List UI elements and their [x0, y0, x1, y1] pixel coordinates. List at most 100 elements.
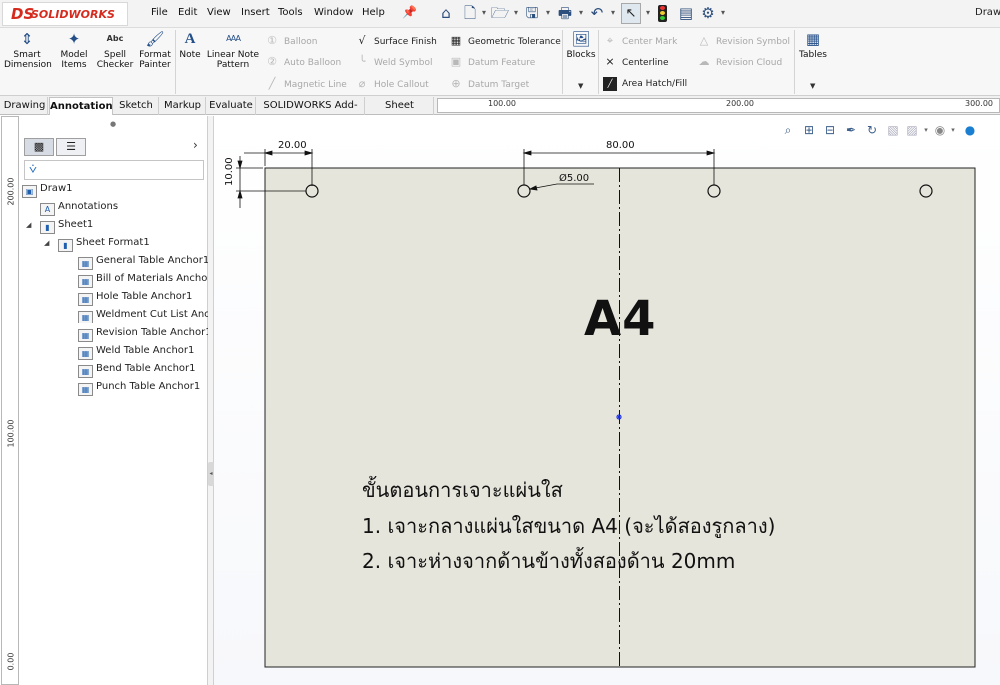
select-dropdown-icon[interactable]: ▾ — [644, 3, 652, 23]
tab-drawing[interactable]: Drawing — [2, 97, 48, 115]
tree-item-sheet1[interactable]: ◢ ▮ Sheet1 — [26, 217, 93, 234]
revision-anchor-icon: ▦ — [78, 329, 93, 342]
weldment-anchor-icon: ▦ — [78, 311, 93, 323]
tab-sketch[interactable]: Sketch — [114, 97, 159, 115]
center-mark-button[interactable]: ⌖ Center Mark — [603, 34, 677, 49]
file-properties-icon[interactable]: ▤ — [676, 3, 696, 23]
format-painter-button[interactable]: 🖌 Format Painter — [136, 30, 174, 70]
model-items-button[interactable]: ✦ Model Items — [56, 30, 92, 70]
filter-field[interactable]: ⩒ — [24, 160, 204, 180]
linear-note-pattern-button[interactable]: AAA Linear Note Pattern — [206, 30, 260, 70]
tab-annotation[interactable]: Annotation — [49, 97, 113, 115]
tree-item-bend-anchor[interactable]: ▦ Bend Table Anchor1 — [78, 361, 196, 378]
area-hatch-fill-button[interactable]: ╱ Area Hatch/Fill — [603, 77, 687, 91]
geometric-tolerance-button[interactable]: ▦ Geometric Tolerance — [449, 34, 561, 49]
print-icon[interactable]: 🖶 — [555, 3, 575, 23]
revision-cloud-button[interactable]: ☁ Revision Cloud — [697, 55, 783, 70]
magnetic-line-button[interactable]: ╱ Magnetic Line — [265, 77, 347, 92]
revision-symbol-button[interactable]: △ Revision Symbol — [697, 34, 790, 49]
note-step-1[interactable]: 1. เจาะกลางแผ่นใสขนาด A4 (จะได้สองรูกลาง… — [362, 510, 775, 542]
blocks-dropdown-icon[interactable]: ▼ — [578, 82, 583, 90]
tree-item-sheet-format1[interactable]: ◢ ▮ Sheet Format1 — [44, 235, 150, 252]
options-dropdown-icon[interactable]: ▾ — [719, 3, 727, 23]
tree-label: Hole Table Anchor1 — [96, 291, 193, 302]
menu-tools[interactable]: Tools — [278, 7, 303, 18]
menu-view[interactable]: View — [207, 7, 231, 18]
tab-markup[interactable]: Markup — [160, 97, 206, 115]
tree-item-weldment-anchor[interactable]: ▦Weldment Cut List Anchor1 — [78, 307, 208, 323]
tree-item-punch-anchor[interactable]: ▦ Punch Table Anchor1 — [78, 379, 200, 396]
select-icon[interactable]: ↖ — [621, 3, 641, 24]
pin-icon[interactable]: 📌 — [402, 5, 417, 19]
save-dropdown-icon[interactable]: ▾ — [544, 3, 552, 23]
weld-symbol-button[interactable]: ╰ Weld Symbol — [355, 55, 433, 70]
feature-manager-tab-icon[interactable]: ▩ — [24, 138, 54, 156]
expand-arrow-icon[interactable]: ◢ — [26, 217, 36, 233]
undo-dropdown-icon[interactable]: ▾ — [609, 3, 617, 23]
spell-checker-button[interactable]: Abc Spell Checker — [96, 30, 134, 70]
rebuild-icon[interactable] — [658, 5, 667, 22]
dimension-10-text[interactable]: 10.00 — [224, 157, 235, 186]
tab-solidworks-add-ins[interactable]: SOLIDWORKS Add-Ins — [257, 97, 365, 128]
note-button[interactable]: A Note — [178, 30, 202, 60]
smart-dimension-button[interactable]: ⇕ Smart Dimension — [4, 30, 52, 70]
surface-finish-label: Surface Finish — [374, 37, 437, 47]
panel-grip-icon[interactable]: ● — [110, 120, 116, 128]
tables-label: Tables — [799, 50, 827, 60]
dimension-80-text[interactable]: 80.00 — [606, 140, 635, 151]
menu-edit[interactable]: Edit — [178, 7, 197, 18]
datum-feature-button[interactable]: ▣ Datum Feature — [449, 55, 536, 70]
blocks-label: Blocks — [566, 50, 596, 60]
options-icon[interactable]: ⚙ — [698, 3, 718, 23]
menu-window[interactable]: Window — [314, 7, 353, 18]
tables-dropdown-icon[interactable]: ▼ — [810, 82, 815, 90]
graphics-area[interactable]: ⌕ ⊞ ⊟ ✒ ↻ ▧ ▨ ▾ ◉ ▾ ● 20.00 10.00 80.00 … — [214, 116, 1000, 685]
tree-item-draw1[interactable]: ▣ Draw1 — [22, 181, 72, 198]
tree-item-hole-table-anchor[interactable]: ▦ Hole Table Anchor1 — [78, 289, 193, 306]
tree-item-annotations[interactable]: A Annotations — [40, 199, 118, 216]
hole-callout-text[interactable]: Ø5.00 — [559, 173, 589, 184]
datum-target-icon: ⊕ — [451, 77, 461, 90]
surface-finish-button[interactable]: √ Surface Finish — [355, 34, 437, 49]
open-dropdown-icon[interactable]: ▾ — [512, 3, 520, 23]
print-dropdown-icon[interactable]: ▾ — [577, 3, 585, 23]
format-painter-icon: 🖌 — [145, 30, 165, 48]
tables-button[interactable]: ▦ Tables — [798, 30, 828, 60]
area-hatch-icon: ╱ — [603, 77, 617, 91]
sheet-title-text[interactable]: A4 — [584, 291, 657, 347]
solidworks-logo[interactable]: DS SOLIDWORKS — [2, 2, 128, 26]
balloon-button[interactable]: ① Balloon — [265, 34, 317, 49]
menu-file[interactable]: File — [151, 7, 168, 18]
tree-item-weld-anchor[interactable]: ▦ Weld Table Anchor1 — [78, 343, 194, 360]
undo-icon[interactable]: ↶ — [587, 3, 607, 23]
expand-arrow-icon[interactable]: ◢ — [44, 235, 54, 251]
tab-sheet-format[interactable]: Sheet Format — [366, 97, 434, 128]
weld-symbol-label: Weld Symbol — [374, 58, 433, 68]
save-icon[interactable]: 🖫 — [522, 3, 542, 23]
tree-item-bom-anchor[interactable]: ▦ Bill of Materials Anchor1 — [78, 271, 218, 288]
note-step-2[interactable]: 2. เจาะห่างจากด้านข้างทั้งสองด้าน 20mm — [362, 545, 735, 577]
dimension-20-text[interactable]: 20.00 — [278, 140, 307, 151]
tree-item-revision-anchor[interactable]: ▦ Revision Table Anchor1 — [78, 325, 212, 342]
menu-insert[interactable]: Insert — [241, 7, 270, 18]
home-icon[interactable]: ⌂ — [436, 3, 456, 23]
auto-balloon-button[interactable]: ② Auto Balloon — [265, 55, 341, 70]
smart-dimension-icon: ⇕ — [20, 30, 34, 48]
property-manager-tab-icon[interactable]: ☰ — [56, 138, 86, 156]
tree-item-general-table-anchor[interactable]: ▦ General Table Anchor1 — [78, 253, 209, 270]
drawing-icon: ▣ — [22, 185, 37, 198]
hole-callout-button[interactable]: ⌀ Hole Callout — [355, 77, 429, 92]
chevron-right-icon[interactable]: › — [193, 138, 198, 152]
open-icon[interactable]: 🗁 — [490, 3, 510, 23]
tab-evaluate[interactable]: Evaluate — [207, 97, 256, 115]
note-heading[interactable]: ขั้นตอนการเจาะแผ่นใส — [362, 474, 563, 506]
blocks-button[interactable]: 🖼 Blocks — [566, 30, 596, 60]
new-dropdown-icon[interactable]: ▾ — [480, 3, 488, 23]
ruler-label-100: 100.00 — [488, 99, 516, 108]
ruler-label-v100: 100.00 — [6, 419, 16, 448]
datum-target-button[interactable]: ⊕ Datum Target — [449, 77, 529, 92]
centerline-button[interactable]: ⨯ Centerline — [603, 55, 668, 70]
weld-anchor-icon: ▦ — [78, 347, 93, 360]
menu-help[interactable]: Help — [362, 7, 385, 18]
new-document-icon[interactable]: 🗋 — [460, 3, 480, 23]
